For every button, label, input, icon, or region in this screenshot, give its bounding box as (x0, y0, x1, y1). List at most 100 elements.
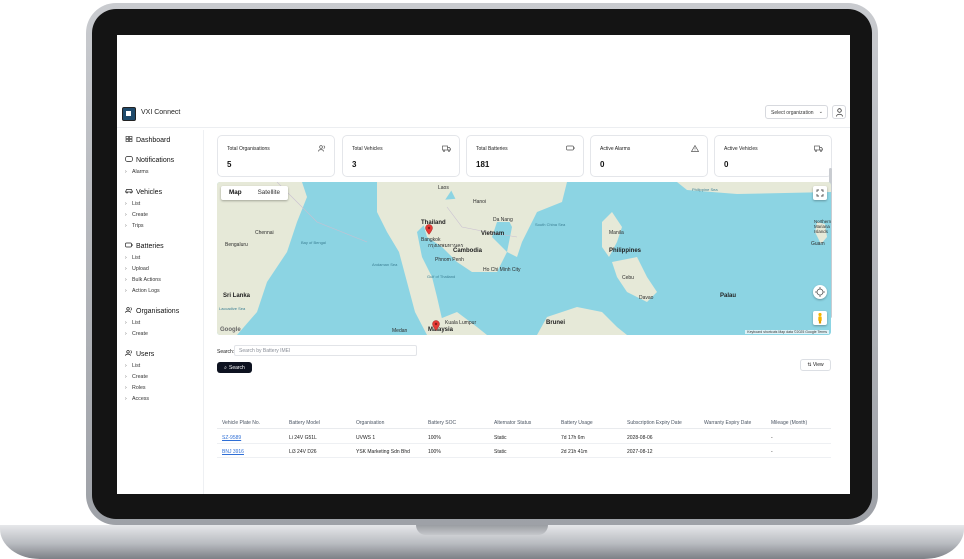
map-label-palau: Palau (720, 293, 737, 299)
organization-select[interactable]: Select organization ⌄ (765, 105, 828, 119)
map-type-tabs: Map Satellite (221, 186, 289, 200)
fullscreen-button[interactable] (813, 186, 827, 200)
map-label-manila: Manila (609, 230, 624, 236)
sidebar-subitem-access[interactable]: › Access (125, 396, 149, 402)
map-background (217, 182, 831, 335)
map[interactable]: Map Satellite Laos Hanoi Thailand Bangko… (217, 182, 831, 335)
app-title: VXI Connect (141, 109, 181, 116)
chevron-right-icon: › (125, 277, 127, 283)
map-marker[interactable] (425, 224, 433, 235)
col-subscription-expiry[interactable]: Subscription Expiry Date (627, 420, 682, 426)
truck-icon (814, 145, 823, 152)
truck-icon (442, 145, 451, 152)
map-label-da-nang: Da Nang (493, 217, 513, 223)
col-organisation[interactable]: Organisation (356, 420, 384, 426)
table-cell: Static (494, 435, 507, 441)
sidebar-subitem-vehicles-create[interactable]: › Create (125, 212, 148, 218)
sidebar-subitem-batteries-list[interactable]: › List (125, 255, 140, 261)
map-marker[interactable] (432, 320, 440, 331)
sidebar-subitem-trips[interactable]: › Trips (125, 223, 144, 229)
map-label-phnom-penh: Phnom Penh (435, 257, 464, 263)
stat-label: Active Alarms (600, 146, 631, 152)
vehicle-plate-link[interactable]: SZ-9589 (222, 435, 241, 441)
stat-label: Total Batteries (476, 146, 508, 152)
laptop-screen: VXI Connect Select organization ⌄ Dashbo… (117, 35, 850, 494)
header-divider (117, 127, 850, 128)
col-mileage[interactable]: Mileage (Month) (771, 420, 807, 426)
chevron-right-icon: › (125, 288, 127, 294)
stat-card-batteries: Total Batteries 181 (466, 135, 584, 177)
sidebar-item-dashboard[interactable]: Dashboard (125, 136, 170, 144)
stat-card-vehicles: Total Vehicles 3 (342, 135, 460, 177)
chevron-right-icon: › (125, 255, 127, 261)
col-battery-soc[interactable]: Battery SOC (428, 420, 456, 426)
map-label-medan: Medan (392, 328, 408, 334)
sidebar-item-notifications[interactable]: Notifications (125, 156, 174, 164)
table-cell: - (771, 435, 773, 441)
street-view-button[interactable] (813, 311, 827, 325)
chevron-right-icon: › (125, 266, 127, 272)
car-icon (125, 189, 133, 194)
col-alternator-status[interactable]: Alternator Status (494, 420, 531, 426)
sidebar-subitem-bulk-actions[interactable]: › Bulk Actions (125, 277, 161, 283)
search-button[interactable]: ⌕ Search (217, 362, 252, 373)
table-cell: YSK Marketing Sdn Bhd (356, 449, 410, 455)
table-cell: Static (494, 449, 507, 455)
table-cell: - (771, 449, 773, 455)
map-label-kuala-lumpur: Kuala Lumpur (445, 320, 477, 326)
map-label-bay-of-bengal: Bay of Bengal (301, 240, 326, 245)
sidebar-subitem-alarms[interactable]: › Alarms (125, 169, 148, 175)
stat-value: 0 (724, 160, 729, 169)
table-cell: Li3 24V D26 (289, 449, 317, 455)
sidebar-subitem-users-list[interactable]: › List (125, 363, 140, 369)
sidebar-subitem-organisations-create[interactable]: › Create (125, 331, 148, 337)
chevron-right-icon: › (125, 223, 127, 229)
map-label-ho-chi-minh: Ho Chi Minh City (483, 267, 521, 273)
chevron-right-icon: › (125, 169, 127, 175)
map-label-sri-lanka: Sri Lanka (223, 293, 251, 299)
users-icon (125, 350, 132, 356)
sidebar-item-organisations[interactable]: Organisations (125, 307, 179, 315)
map-tab-satellite[interactable]: Satellite (250, 186, 288, 200)
view-options-button[interactable]: ⇅ View (800, 359, 831, 371)
sidebar-item-vehicles[interactable]: Vehicles (125, 188, 162, 196)
laptop-notch (416, 525, 548, 535)
map-label-laos: Laos (438, 185, 449, 191)
sidebar-subitem-roles[interactable]: › Roles (125, 385, 146, 391)
main-content: Total Organisations 5 Total Vehicles 3 T… (203, 130, 832, 494)
sidebar-subitem-users-create[interactable]: › Create (125, 374, 148, 380)
user-menu-button[interactable] (832, 105, 846, 119)
map-label-northern-mariana: Northern Mariana Islands (814, 219, 831, 234)
stat-label: Active Vehicles (724, 146, 758, 152)
sidebar-subitem-action-logs[interactable]: › Action Logs (125, 288, 160, 294)
sidebar-item-users[interactable]: Users (125, 350, 154, 358)
battery-icon (566, 145, 575, 151)
col-battery-model[interactable]: Battery Model (289, 420, 320, 426)
col-vehicle-plate[interactable]: Vehicle Plate No. (222, 420, 260, 426)
search-input[interactable] (234, 345, 417, 356)
stat-card-active-alarms: Active Alarms 0 (590, 135, 708, 177)
chevron-right-icon: › (125, 396, 127, 402)
chevron-right-icon: › (125, 363, 127, 369)
vehicle-plate-link[interactable]: BNJ 3916 (222, 449, 244, 455)
chevron-right-icon: › (125, 385, 127, 391)
pegman-icon (818, 312, 822, 324)
table-cell: 2d 21h 41m (561, 449, 588, 455)
my-location-button[interactable] (813, 285, 827, 299)
col-battery-usage[interactable]: Battery Usage (561, 420, 593, 426)
map-tab-map[interactable]: Map (221, 186, 250, 200)
col-warranty-expiry[interactable]: Warranty Expiry Date (704, 420, 751, 426)
stat-label: Total Vehicles (352, 146, 383, 152)
fullscreen-icon (816, 189, 824, 197)
stat-value: 0 (600, 160, 605, 169)
map-label-laccadive-sea: Laccadive Sea (219, 306, 246, 311)
stat-label: Total Organisations (227, 146, 270, 152)
map-label-chennai: Chennai (255, 230, 274, 236)
notification-icon (125, 156, 133, 162)
dashboard-icon (125, 136, 133, 142)
sidebar-subitem-upload[interactable]: › Upload (125, 266, 149, 272)
sidebar-subitem-vehicles-list[interactable]: › List (125, 201, 140, 207)
sidebar-item-batteries[interactable]: Batteries (125, 242, 164, 250)
map-attribution[interactable]: Keyboard shortcuts Map data ©2025 Google… (745, 330, 829, 334)
sidebar-subitem-organisations-list[interactable]: › List (125, 320, 140, 326)
